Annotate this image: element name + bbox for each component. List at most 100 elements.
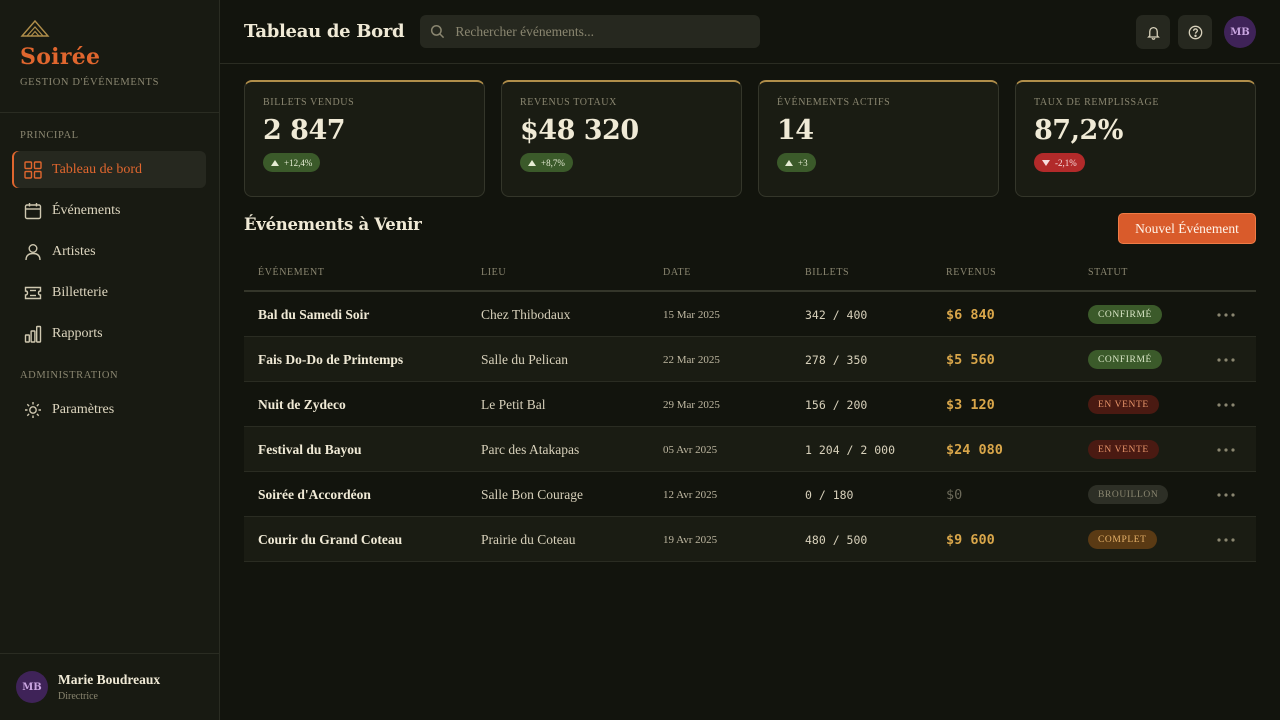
event-date: 12 Avr 2025 [663, 488, 718, 501]
user-meta: Marie Boudreaux Directrice [58, 672, 160, 702]
event-name[interactable]: Fais Do-Do de Printemps [258, 337, 403, 382]
event-revenue: $3 120 [946, 396, 995, 413]
column-header-date[interactable]: DATE [663, 267, 691, 278]
brand-tagline: GESTION D'ÉVÉNEMENTS [20, 77, 160, 88]
stat-label: BILLETS VENDUS [263, 97, 355, 108]
event-name[interactable]: Soirée d'Accordéon [258, 472, 371, 517]
stat-delta: -2,1% [1034, 153, 1085, 172]
stat-value: 87,2% [1034, 115, 1123, 146]
bell-icon [1146, 26, 1160, 40]
event-revenue: $24 080 [946, 441, 1003, 458]
stat-label: REVENUS TOTAUX [520, 97, 617, 108]
event-revenue: $6 840 [946, 306, 995, 323]
new-event-button[interactable]: Nouvel Événement [1118, 213, 1256, 244]
sidebar-item-events[interactable]: Événements [12, 192, 206, 229]
table-row[interactable]: Festival du Bayou Parc des Atakapas 05 Avr… [244, 427, 1256, 472]
events-table: ÉVÉNEMENT LIEU DATE BILLETS REVENUS STAT… [244, 255, 1256, 562]
search-input[interactable] [455, 23, 746, 40]
gear-icon [25, 401, 41, 418]
event-tickets: 1 204 / 2 000 [805, 442, 896, 457]
search-box[interactable] [420, 15, 761, 48]
status-cell: CONFIRMÉ [1088, 337, 1162, 382]
bar-chart-icon [24, 325, 42, 343]
row-actions-button[interactable] [1216, 337, 1236, 382]
stat-card-tickets: BILLETS VENDUS 2 847 +12,4% [244, 80, 485, 197]
status-cell: BROUILLON [1088, 472, 1169, 517]
column-header-venue[interactable]: LIEU [481, 267, 506, 278]
stat-label: ÉVÉNEMENTS ACTIFS [777, 97, 891, 108]
sidebar-item-artists[interactable]: Artistes [12, 233, 206, 270]
stat-value: 14 [777, 115, 814, 146]
user-icon [25, 243, 41, 260]
event-name[interactable]: Courir du Grand Coteau [258, 517, 402, 562]
stat-card-revenue: REVENUS TOTAUX $48 320 +8,7% [501, 80, 742, 197]
row-actions-button[interactable] [1216, 472, 1236, 517]
more-icon [1217, 537, 1235, 542]
event-venue: Chez Thibodaux [481, 306, 571, 322]
event-tickets: 0 / 180 [805, 487, 854, 502]
stat-label: TAUX DE REMPLISSAGE [1034, 97, 1160, 108]
stat-card-fill-rate: TAUX DE REMPLISSAGE 87,2% -2,1% [1015, 80, 1256, 197]
event-date: 19 Avr 2025 [663, 533, 718, 546]
event-date: 05 Avr 2025 [663, 443, 718, 456]
column-header-status[interactable]: STATUT [1088, 267, 1128, 278]
column-header-event[interactable]: ÉVÉNEMENT [258, 267, 325, 278]
table-row[interactable]: Soirée d'Accordéon Salle Bon Courage 12 Av… [244, 472, 1256, 517]
sidebar-item-label: Billetterie [52, 284, 108, 300]
event-venue: Le Petit Bal [481, 396, 546, 412]
column-header-tickets[interactable]: BILLETS [805, 267, 849, 278]
top-header: Tableau de Bord MB [220, 0, 1280, 64]
stat-delta: +12,4% [263, 153, 321, 172]
grid-icon [24, 160, 42, 179]
stat-card-active-events: ÉVÉNEMENTS ACTIFS 14 +3 [758, 80, 999, 197]
row-actions-button[interactable] [1216, 427, 1236, 472]
sidebar-item-label: Rapports [52, 325, 103, 341]
nav-section-principal: PRINCIPAL [20, 130, 79, 141]
event-name[interactable]: Nuit de Zydeco [258, 382, 346, 427]
stat-delta-text: -2,1% [1055, 157, 1077, 168]
sidebar-item-dashboard[interactable]: Tableau de bord [12, 151, 206, 188]
status-cell: EN VENTE [1088, 427, 1159, 472]
stat-value: $48 320 [520, 115, 639, 146]
table-row[interactable]: Bal du Samedi Soir Chez Thibodaux 15 Mar 2… [244, 292, 1256, 337]
status-badge: BROUILLON [1088, 485, 1169, 504]
sidebar-item-ticketing[interactable]: Billetterie [12, 274, 206, 311]
sidebar-item-reports[interactable]: Rapports [12, 315, 206, 352]
sidebar-item-label: Paramètres [52, 401, 115, 417]
event-tickets: 342 / 400 [805, 307, 868, 322]
more-icon [1217, 492, 1235, 497]
event-name[interactable]: Festival du Bayou [258, 427, 362, 472]
user-profile[interactable]: MB Marie Boudreaux Directrice [0, 653, 219, 720]
more-icon [1217, 402, 1235, 407]
sidebar-item-settings[interactable]: Paramètres [12, 391, 206, 428]
event-venue: Parc des Atakapas [481, 441, 580, 457]
event-name[interactable]: Bal du Samedi Soir [258, 292, 369, 337]
column-header-revenue[interactable]: REVENUS [946, 267, 996, 278]
status-badge: CONFIRMÉ [1088, 305, 1162, 324]
stat-value: 2 847 [263, 115, 346, 146]
stat-delta-text: +12,4% [284, 157, 313, 168]
ticket-icon [24, 286, 42, 299]
more-icon [1217, 447, 1235, 452]
sidebar-item-label: Tableau de bord [52, 161, 142, 177]
event-revenue: $0 [946, 486, 963, 503]
event-date: 29 Mar 2025 [663, 398, 720, 411]
row-actions-button[interactable] [1216, 517, 1236, 562]
row-actions-button[interactable] [1216, 292, 1236, 337]
event-tickets: 480 / 500 [805, 532, 868, 547]
table-body: Bal du Samedi Soir Chez Thibodaux 15 Mar 2… [244, 292, 1256, 562]
notifications-button[interactable] [1136, 15, 1170, 49]
nav-section-admin: ADMINISTRATION [20, 370, 119, 381]
header-avatar[interactable]: MB [1224, 16, 1256, 48]
table-row[interactable]: Nuit de Zydeco Le Petit Bal 29 Mar 2025 156… [244, 382, 1256, 427]
brand-name[interactable]: Soirée [20, 44, 199, 70]
table-header: ÉVÉNEMENT LIEU DATE BILLETS REVENUS STAT… [244, 255, 1256, 292]
row-actions-button[interactable] [1216, 382, 1236, 427]
table-row[interactable]: Courir du Grand Coteau Prairie du Coteau 1… [244, 517, 1256, 562]
avatar: MB [16, 671, 48, 703]
help-button[interactable] [1178, 15, 1212, 49]
arrow-down-icon [1042, 159, 1050, 166]
status-badge: CONFIRMÉ [1088, 350, 1162, 369]
status-badge: EN VENTE [1088, 440, 1159, 459]
table-row[interactable]: Fais Do-Do de Printemps Salle du Pelican 2… [244, 337, 1256, 382]
